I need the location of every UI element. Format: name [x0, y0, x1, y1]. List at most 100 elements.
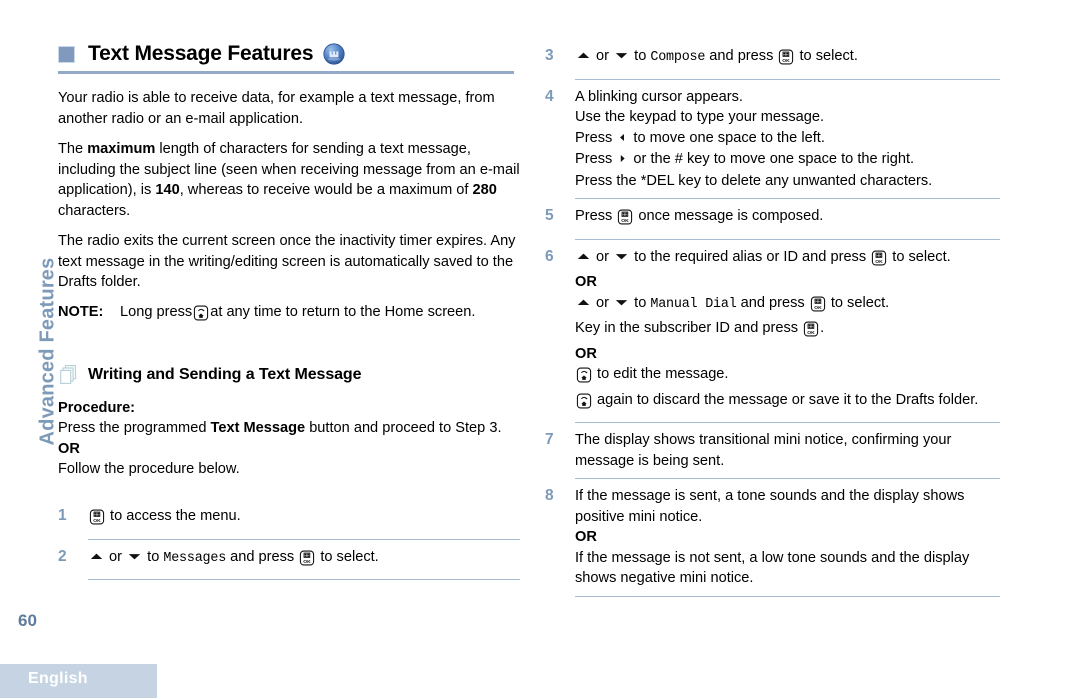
procedure-step: 7 The display shows transitional mini not… — [545, 430, 1005, 471]
note-text-before: Long press — [120, 304, 193, 320]
step-number: 3 — [545, 47, 554, 64]
step-text: or — [105, 548, 127, 565]
arrow-up-icon — [577, 294, 590, 315]
back-home-key-icon — [576, 393, 592, 416]
procedure-label: Procedure: — [58, 400, 136, 416]
step-line: Key in the subscriber ID and press OK. — [575, 318, 1005, 344]
step-text: Press the *DEL key to delete any unwante… — [575, 172, 933, 189]
step-separator — [575, 78, 1000, 80]
step-text: and press — [705, 48, 778, 64]
step-text: Press — [575, 151, 617, 167]
note-text-after: at any time to return to the Home screen… — [210, 304, 476, 320]
step-text: to select. — [795, 48, 858, 64]
step-text: once message is composed. — [634, 208, 824, 224]
ok-menu-key-icon: OK — [89, 509, 105, 532]
svg-text:OK: OK — [814, 305, 822, 311]
step-text: A blinking cursor appears. — [575, 88, 743, 105]
step-text: and press — [736, 294, 809, 311]
step-line: The display shows transitional mini noti… — [575, 430, 1005, 471]
step-text: or — [592, 294, 614, 311]
step-text: Press — [575, 208, 617, 224]
step-number: 4 — [545, 87, 554, 105]
step-separator — [575, 422, 1000, 423]
step-text: to — [630, 294, 651, 311]
page-title-rule — [58, 71, 514, 74]
ok-menu-key-icon: OK — [803, 321, 819, 344]
digital-mode-badge-icon — [323, 43, 345, 65]
step-text: to move one space to the left. — [629, 129, 825, 146]
step-body: OK to access the menu. — [88, 506, 520, 532]
step-text: The display shows transitional mini noti… — [575, 432, 952, 469]
step-text: or the # key to move one space to the ri… — [629, 151, 915, 167]
step-text: to the required alias or ID and press — [630, 248, 871, 265]
step-body: Press OK once message is composed. — [575, 206, 1005, 232]
step-body: The display shows transitional mini noti… — [575, 430, 1005, 471]
note-block: NOTE: Long press at any time to return t… — [58, 302, 518, 328]
menu-item-reference: Manual Dial — [650, 296, 737, 312]
procedure-intro-or: OR — [58, 440, 80, 457]
svg-text:OK: OK — [807, 330, 815, 336]
step-number: 1 — [58, 507, 67, 524]
back-home-key-icon — [193, 305, 209, 328]
chapter-tab-label: Advanced Features — [36, 257, 59, 446]
square-bullet-icon — [58, 45, 75, 63]
page-number: 60 — [18, 611, 37, 630]
pages-stack-icon — [60, 365, 77, 385]
arrow-right-icon — [618, 150, 627, 171]
step-text: or — [592, 48, 614, 64]
arrow-down-icon — [128, 548, 141, 569]
ok-menu-key-icon: OK — [299, 550, 315, 573]
arrow-up-icon — [90, 548, 103, 569]
procedure-step: 8 If the message is sent, a tone sounds a… — [545, 486, 1005, 589]
step-text: . — [820, 320, 825, 336]
procedure-step: 6 or to the required alias or ID and pre… — [545, 247, 1005, 416]
intro-paragraph-1: Your radio is able to receive data, for … — [58, 88, 518, 129]
procedure-step: 1 OK to access the menu. — [58, 506, 520, 532]
procedure-step: 2 or to Messages and press OK to select. — [58, 547, 520, 573]
arrow-up-icon — [577, 248, 590, 269]
arrow-down-icon — [615, 248, 628, 269]
step-separator — [575, 198, 1000, 199]
step-line: Press to move one space to the left. — [575, 128, 1005, 150]
step-line: Press the *DEL key to delete any unwante… — [575, 171, 1005, 192]
step-text: to select. — [888, 248, 951, 265]
note-label: NOTE: — [58, 304, 104, 320]
step-text: to select. — [826, 294, 890, 311]
step-line: again to discard the message or save it … — [575, 390, 1005, 416]
procedure-intro: Press the programmed Text Message button… — [58, 420, 502, 477]
step-line: Press or the # key to move one space to … — [575, 149, 1005, 171]
step-line: or to Messages and press OK to select. — [88, 547, 520, 573]
step-separator — [575, 238, 1000, 240]
step-text: Use the keypad to type your message. — [575, 109, 825, 125]
ok-menu-key-icon: OK — [871, 250, 887, 273]
chapter-tab: Advanced Features — [0, 0, 59, 698]
step-text: again to discard the message or save it … — [593, 391, 979, 408]
step-text: If the message is sent, a tone sounds an… — [575, 488, 965, 525]
ok-menu-key-icon: OK — [810, 296, 826, 319]
page-title: Text Message Features — [88, 42, 314, 65]
svg-text:OK: OK — [622, 218, 630, 224]
step-line: OK to access the menu. — [88, 506, 520, 532]
step-text: and press — [226, 548, 299, 565]
step-body: or to Compose and press OK to select. — [575, 46, 1005, 72]
step-number: 8 — [545, 487, 554, 504]
footer-language-label: English — [28, 670, 88, 687]
step-body: or to Messages and press OK to select. — [88, 547, 520, 573]
step-line: A blinking cursor appears. — [575, 87, 1005, 108]
menu-item-reference: Messages — [163, 550, 227, 566]
arrow-down-icon — [615, 294, 628, 315]
step-separator — [575, 478, 1000, 479]
step-line: If the message is sent, a tone sounds an… — [575, 486, 1005, 527]
step-line: or to Compose and press OK to select. — [575, 46, 1005, 72]
step-text: to — [630, 48, 651, 64]
step-line: If the message is not sent, a low tone s… — [575, 548, 1005, 589]
step-text: to select. — [316, 548, 379, 565]
step-or-label: OR — [575, 345, 597, 362]
step-number: 2 — [58, 547, 67, 565]
arrow-down-icon — [615, 47, 628, 68]
procedure-step: 5 Press OK once message is composed. — [545, 206, 1005, 232]
arrow-up-icon — [577, 47, 590, 68]
step-body: or to the required alias or ID and press… — [575, 247, 1005, 416]
step-line: Use the keypad to type your message. — [575, 107, 1005, 128]
step-line: Press OK once message is composed. — [575, 206, 1005, 232]
